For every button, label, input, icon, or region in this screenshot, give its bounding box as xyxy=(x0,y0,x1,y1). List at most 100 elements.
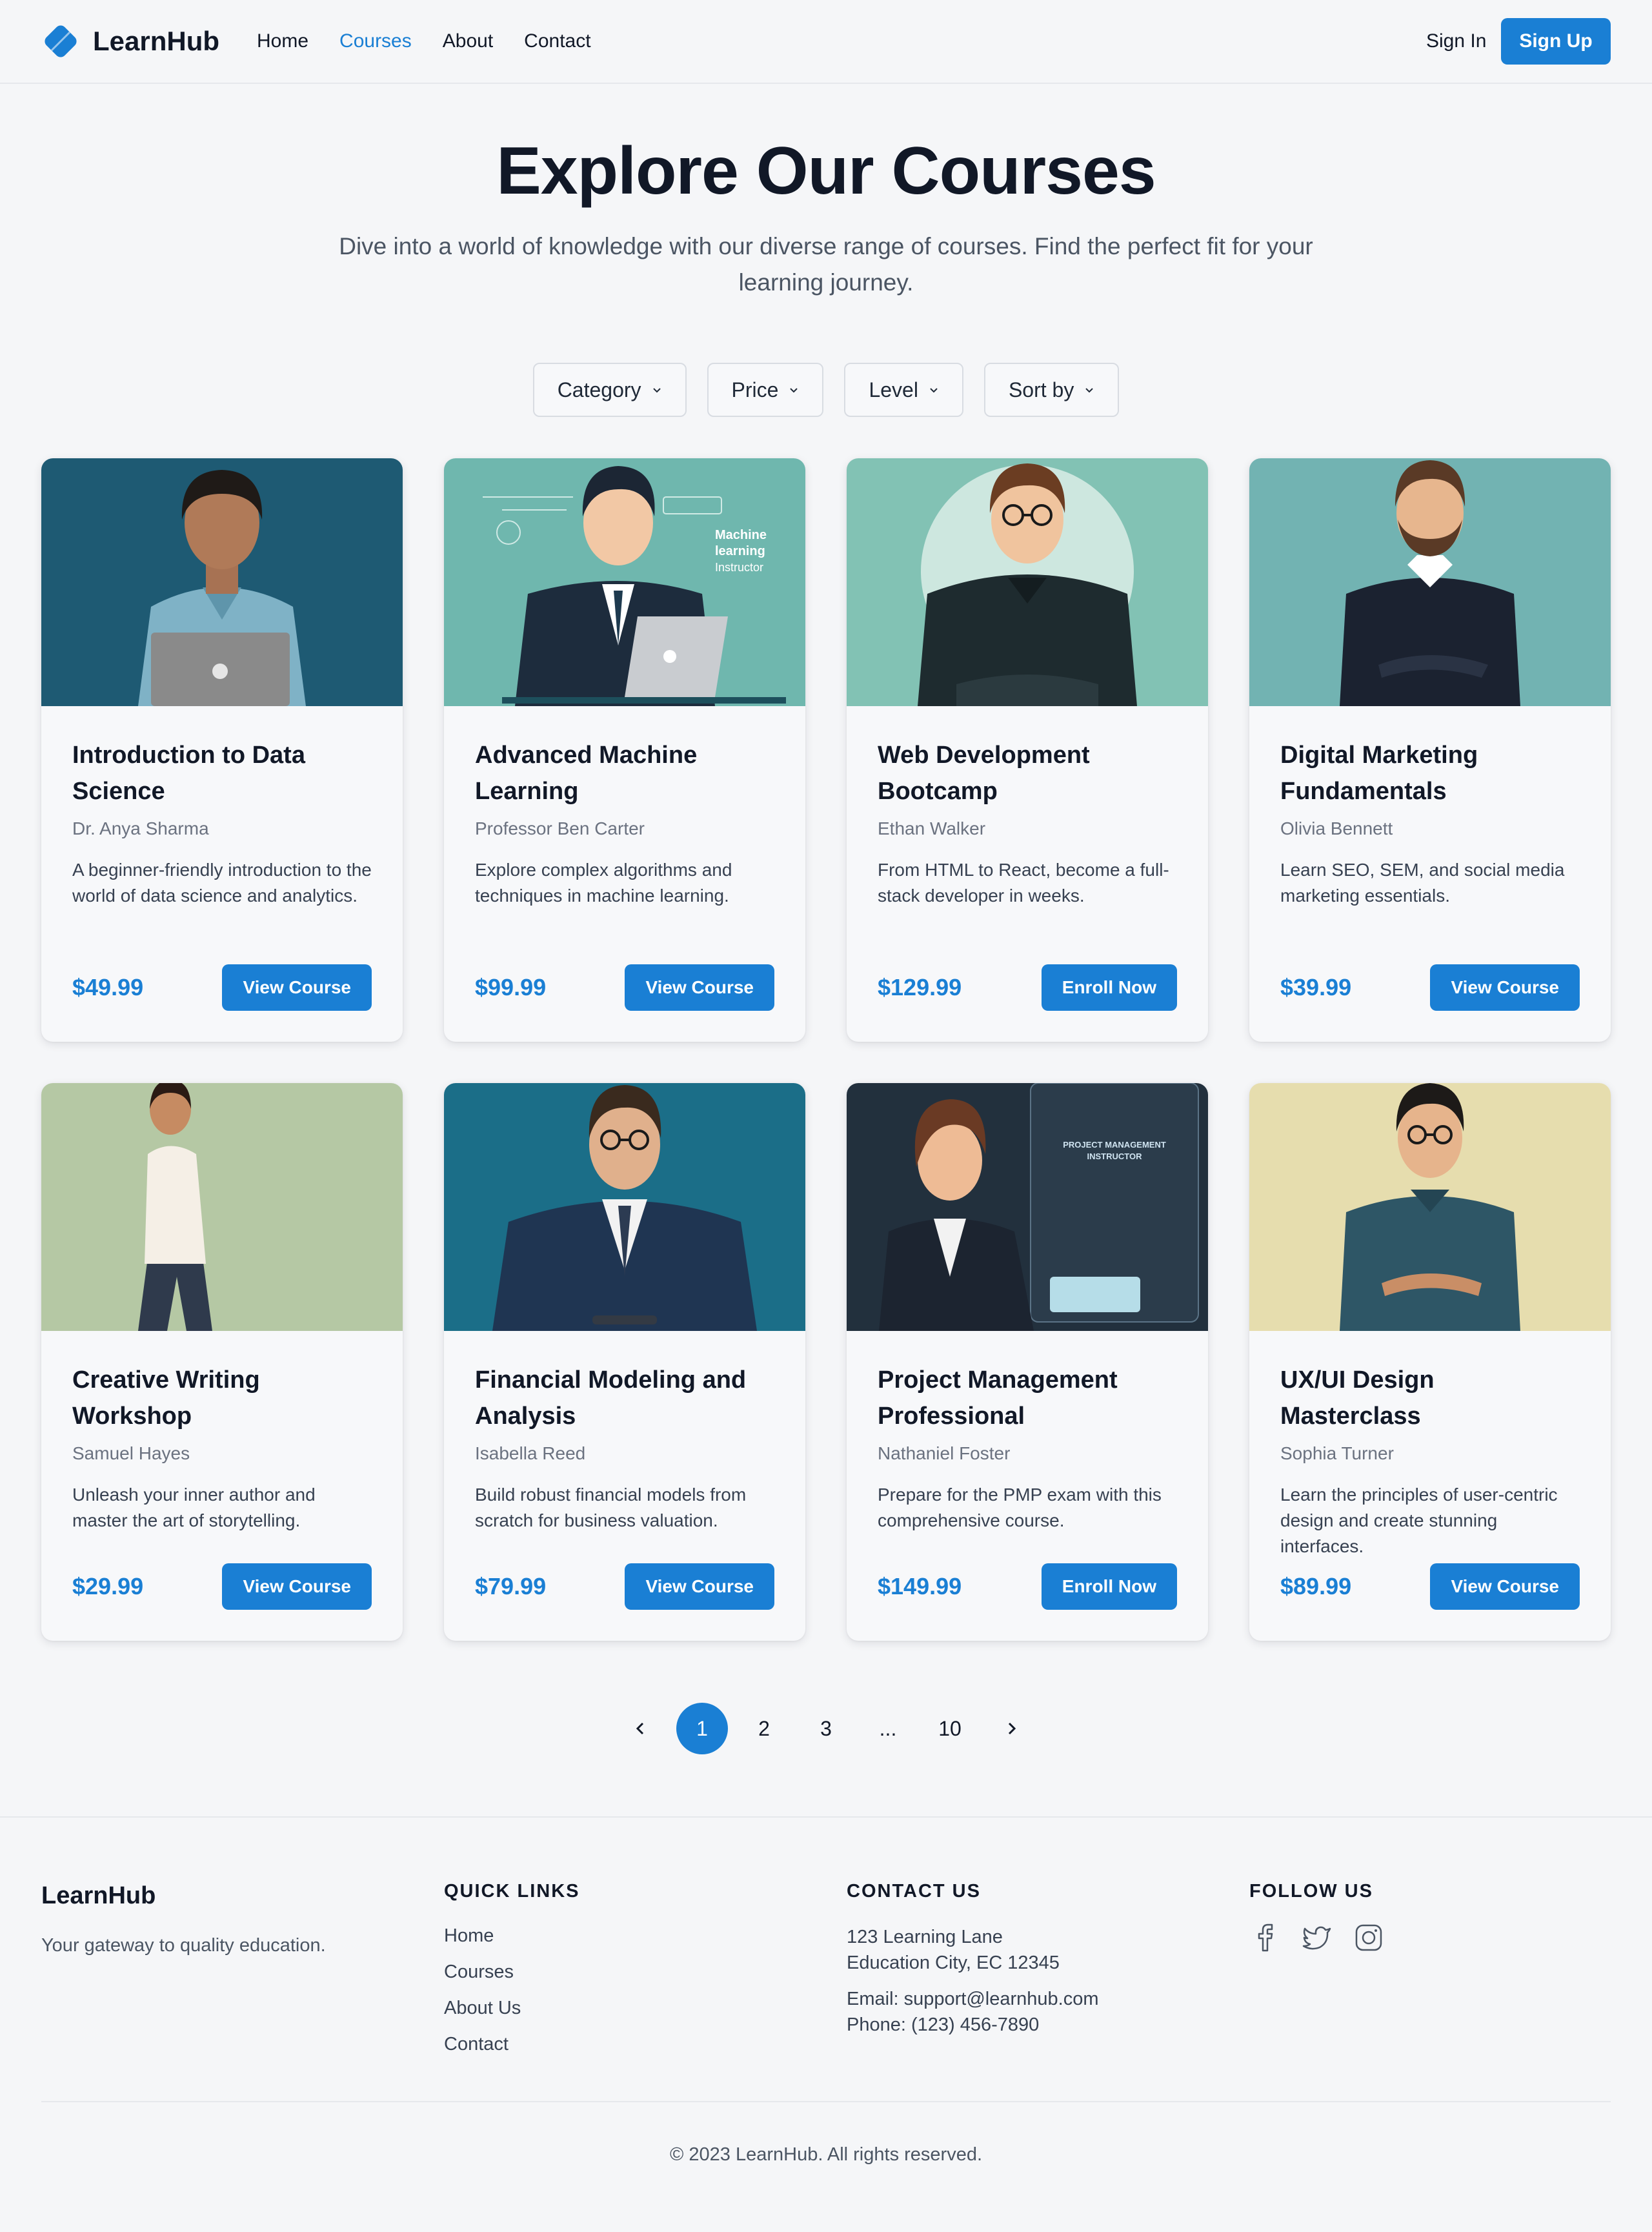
course-description: Learn SEO, SEM, and social media marketi… xyxy=(1280,860,1565,906)
course-title: UX/UI Design Masterclass xyxy=(1280,1366,1435,1430)
view-course-button[interactable]: View Course xyxy=(1430,964,1580,1011)
course-description: Build robust financial models from scrat… xyxy=(475,1485,747,1530)
course-price: $49.99 xyxy=(72,974,144,1000)
course-image xyxy=(1249,458,1611,706)
sign-in-link[interactable]: Sign In xyxy=(1426,26,1486,57)
nav-item-home[interactable]: Home xyxy=(257,26,308,57)
course-title: Financial Modeling and Analysis xyxy=(475,1366,747,1430)
course-price: $29.99 xyxy=(72,1573,144,1599)
main-nav: Home Courses About Contact xyxy=(257,26,591,57)
footer-link-contact[interactable]: Contact xyxy=(444,2033,580,2056)
copyright: © 2023 LearnHub. All rights reserved. xyxy=(669,2144,983,2165)
course-image xyxy=(1249,1083,1611,1331)
course-title: Advanced Machine Learning xyxy=(475,742,698,805)
sign-up-button[interactable]: Sign Up xyxy=(1501,18,1611,65)
view-course-button[interactable]: View Course xyxy=(222,964,372,1011)
follow-heading: FOLLOW US xyxy=(1249,1881,1373,1902)
facebook-icon[interactable] xyxy=(1249,1922,1282,1954)
card-body: Financial Modeling and Analysis Isabella… xyxy=(444,1331,805,1534)
address-line: 123 Learning Lane xyxy=(847,1927,1003,1947)
address-line: Education City, EC 12345 xyxy=(847,1953,1060,1973)
course-instructor: Dr. Anya Sharma xyxy=(72,818,209,838)
chevron-down-icon xyxy=(1085,388,1094,393)
footer-link-about-us[interactable]: About Us xyxy=(444,1996,580,2020)
image-caption-line1: PROJECT MANAGEMENT xyxy=(1063,1140,1166,1150)
card-footer: $89.99 View Course xyxy=(1280,1563,1580,1610)
course-instructor: Professor Ben Carter xyxy=(475,818,645,838)
course-card[interactable]: Digital Marketing Fundamentals Olivia Be… xyxy=(1249,458,1611,1042)
chevron-right-icon xyxy=(1008,1722,1016,1735)
card-body: Advanced Machine Learning Professor Ben … xyxy=(444,706,805,909)
enroll-now-button[interactable]: Enroll Now xyxy=(1041,964,1177,1011)
price-filter[interactable]: Price xyxy=(707,363,824,417)
course-title: Digital Marketing Fundamentals xyxy=(1280,742,1478,805)
next-page-button[interactable] xyxy=(986,1703,1038,1754)
course-instructor: Isabella Reed xyxy=(475,1443,586,1463)
filter-label: Sort by xyxy=(1008,378,1074,401)
card-body: Introduction to Data Science Dr. Anya Sh… xyxy=(41,706,403,909)
footer-divider xyxy=(0,1816,1652,1818)
card-footer: $99.99 View Course xyxy=(475,964,774,1011)
page-button[interactable]: 2 xyxy=(738,1703,790,1754)
footer-quick-links: QUICK LINKS Home Courses About Us Contac… xyxy=(444,1881,580,2056)
card-body: Web Development Bootcamp Ethan Walker Fr… xyxy=(847,706,1208,909)
course-card[interactable]: Web Development Bootcamp Ethan Walker Fr… xyxy=(847,458,1208,1042)
category-filter[interactable]: Category xyxy=(532,363,687,417)
course-description: Prepare for the PMP exam with this compr… xyxy=(878,1485,1162,1530)
enroll-now-button[interactable]: Enroll Now xyxy=(1041,1563,1177,1610)
filter-bar: Category Price Level Sort by xyxy=(0,363,1652,417)
course-card[interactable]: Creative Writing Workshop Samuel Hayes U… xyxy=(41,1083,403,1641)
nav-item-about[interactable]: About xyxy=(443,26,493,57)
course-image xyxy=(41,1083,403,1331)
contact-heading: CONTACT US xyxy=(847,1881,981,1902)
course-image: PROJECT MANAGEMENT INSTRUCTOR xyxy=(847,1083,1208,1331)
course-card[interactable]: Financial Modeling and Analysis Isabella… xyxy=(444,1083,805,1641)
previous-page-button[interactable] xyxy=(614,1703,666,1754)
course-price: $149.99 xyxy=(878,1573,962,1599)
logo-icon xyxy=(45,25,77,57)
footer-tagline: Your gateway to quality education. xyxy=(41,1935,326,1956)
footer-link-courses[interactable]: Courses xyxy=(444,1960,580,1983)
view-course-button[interactable]: View Course xyxy=(222,1563,372,1610)
view-course-button[interactable]: View Course xyxy=(1430,1563,1580,1610)
social-links xyxy=(1249,1922,1385,1954)
level-filter[interactable]: Level xyxy=(844,363,963,417)
course-card[interactable]: Machine learning Instructor Advanced Mac… xyxy=(444,458,805,1042)
footer-brand: LearnHub xyxy=(41,1882,156,1909)
chevron-left-icon xyxy=(636,1722,644,1735)
card-body: UX/UI Design Masterclass Sophia Turner L… xyxy=(1249,1331,1611,1559)
course-price: $39.99 xyxy=(1280,974,1352,1000)
nav-item-courses[interactable]: Courses xyxy=(339,26,412,57)
course-instructor: Samuel Hayes xyxy=(72,1443,190,1463)
course-title: Introduction to Data Science xyxy=(72,742,305,805)
card-footer: $79.99 View Course xyxy=(475,1563,774,1610)
contact-phone: Phone: (123) 456-7890 xyxy=(847,2014,1040,2035)
logo[interactable]: LearnHub xyxy=(41,21,219,62)
course-card[interactable]: PROJECT MANAGEMENT INSTRUCTOR Project Ma… xyxy=(847,1083,1208,1641)
filter-label: Price xyxy=(731,378,779,401)
instagram-icon[interactable] xyxy=(1353,1922,1385,1954)
page-button[interactable]: 1 xyxy=(676,1703,728,1754)
course-description: Unleash your inner author and master the… xyxy=(72,1485,316,1530)
footer-link-home[interactable]: Home xyxy=(444,1924,580,1947)
card-footer: $149.99 Enroll Now xyxy=(878,1563,1177,1610)
image-caption-line3: Instructor xyxy=(715,561,763,574)
image-caption-line2: INSTRUCTOR xyxy=(1087,1152,1143,1161)
course-card[interactable]: Introduction to Data Science Dr. Anya Sh… xyxy=(41,458,403,1042)
twitter-icon[interactable] xyxy=(1301,1922,1333,1954)
course-instructor: Nathaniel Foster xyxy=(878,1443,1011,1463)
chevron-down-icon xyxy=(930,388,938,393)
card-footer: $39.99 View Course xyxy=(1280,964,1580,1011)
view-course-button[interactable]: View Course xyxy=(625,964,774,1011)
card-body: Digital Marketing Fundamentals Olivia Be… xyxy=(1249,706,1611,909)
filter-label: Level xyxy=(869,378,918,401)
view-course-button[interactable]: View Course xyxy=(625,1563,774,1610)
page-button[interactable]: 3 xyxy=(800,1703,852,1754)
course-instructor: Sophia Turner xyxy=(1280,1443,1394,1463)
card-footer: $129.99 Enroll Now xyxy=(878,964,1177,1011)
sort-by-filter[interactable]: Sort by xyxy=(983,363,1120,417)
course-card[interactable]: UX/UI Design Masterclass Sophia Turner L… xyxy=(1249,1083,1611,1641)
nav-item-contact[interactable]: Contact xyxy=(524,26,590,57)
course-image: Machine learning Instructor xyxy=(444,458,805,706)
page-button[interactable]: 10 xyxy=(924,1703,976,1754)
